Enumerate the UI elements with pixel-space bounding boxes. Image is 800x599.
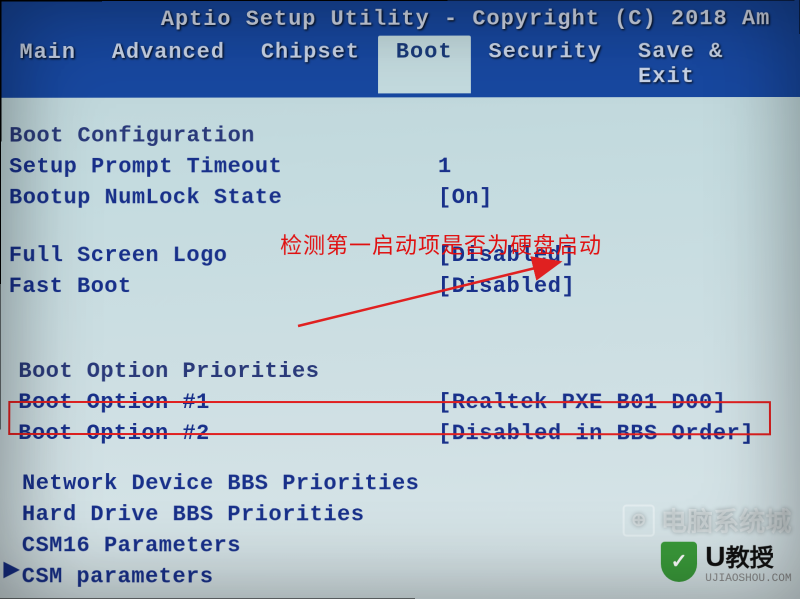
setup-prompt-row[interactable]: Setup Prompt Timeout 1: [9, 152, 800, 183]
menu-advanced[interactable]: Advanced: [94, 36, 243, 94]
network-bbs-row[interactable]: Network Device BBS Priorities: [8, 469, 800, 500]
fast-boot-value: [Disabled]: [438, 272, 575, 303]
menu-main[interactable]: Main: [1, 36, 94, 94]
boot-option-1-label: Boot Option #1: [18, 388, 438, 419]
boot-option-1-value: [Realtek PXE B01 D00]: [438, 388, 727, 419]
bios-title: Aptio Setup Utility - Copyright (C) 2018…: [161, 6, 771, 32]
shield-icon: ✓: [661, 541, 697, 581]
setup-prompt-label: Setup Prompt Timeout: [9, 152, 438, 183]
watermark-1-text: 电脑系统城: [661, 502, 792, 539]
numlock-label: Bootup NumLock State: [9, 183, 438, 214]
fast-boot-row[interactable]: Fast Boot [Disabled]: [9, 272, 800, 303]
watermark-2-text: 教授: [726, 545, 774, 572]
boot-config-heading: Boot Configuration: [9, 121, 800, 152]
boot-option-1-row[interactable]: Boot Option #1 [Realtek PXE B01 D00]: [8, 388, 800, 419]
boot-option-2-row[interactable]: Boot Option #2 [Disabled in BBS Order]: [8, 419, 800, 450]
watermark-2-letter: U: [705, 541, 725, 572]
menu-bar: Main Advanced Chipset Boot Security Save…: [1, 35, 800, 98]
menu-boot[interactable]: Boot: [378, 36, 471, 94]
numlock-row[interactable]: Bootup NumLock State [On]: [9, 182, 800, 213]
fast-boot-label: Fast Boot: [9, 272, 438, 303]
menu-chipset[interactable]: Chipset: [243, 36, 378, 94]
menu-save-exit[interactable]: Save & Exit: [620, 35, 800, 93]
bios-title-bar: Aptio Setup Utility - Copyright (C) 2018…: [2, 0, 800, 36]
watermark-1-icon: ⊕: [623, 504, 655, 536]
numlock-value: [On]: [438, 183, 493, 214]
bios-screen: Aptio Setup Utility - Copyright (C) 2018…: [0, 0, 800, 599]
cursor-arrow-icon: ▶: [4, 556, 19, 582]
setup-prompt-value: 1: [438, 152, 452, 183]
annotation-text: 检测第一启动项是否为硬盘启动: [280, 228, 602, 260]
watermark-2: ✓ U教授 UJIAOSHOU.COM: [661, 538, 792, 585]
menu-security[interactable]: Security: [471, 35, 621, 93]
boot-option-2-label: Boot Option #2: [18, 419, 438, 450]
watermark-2-sub: UJIAOSHOU.COM: [705, 573, 791, 585]
boot-option-2-value: [Disabled in BBS Order]: [438, 419, 754, 450]
boot-priorities-heading: Boot Option Priorities: [8, 357, 800, 388]
watermark-1: ⊕ 电脑系统城: [623, 501, 792, 538]
